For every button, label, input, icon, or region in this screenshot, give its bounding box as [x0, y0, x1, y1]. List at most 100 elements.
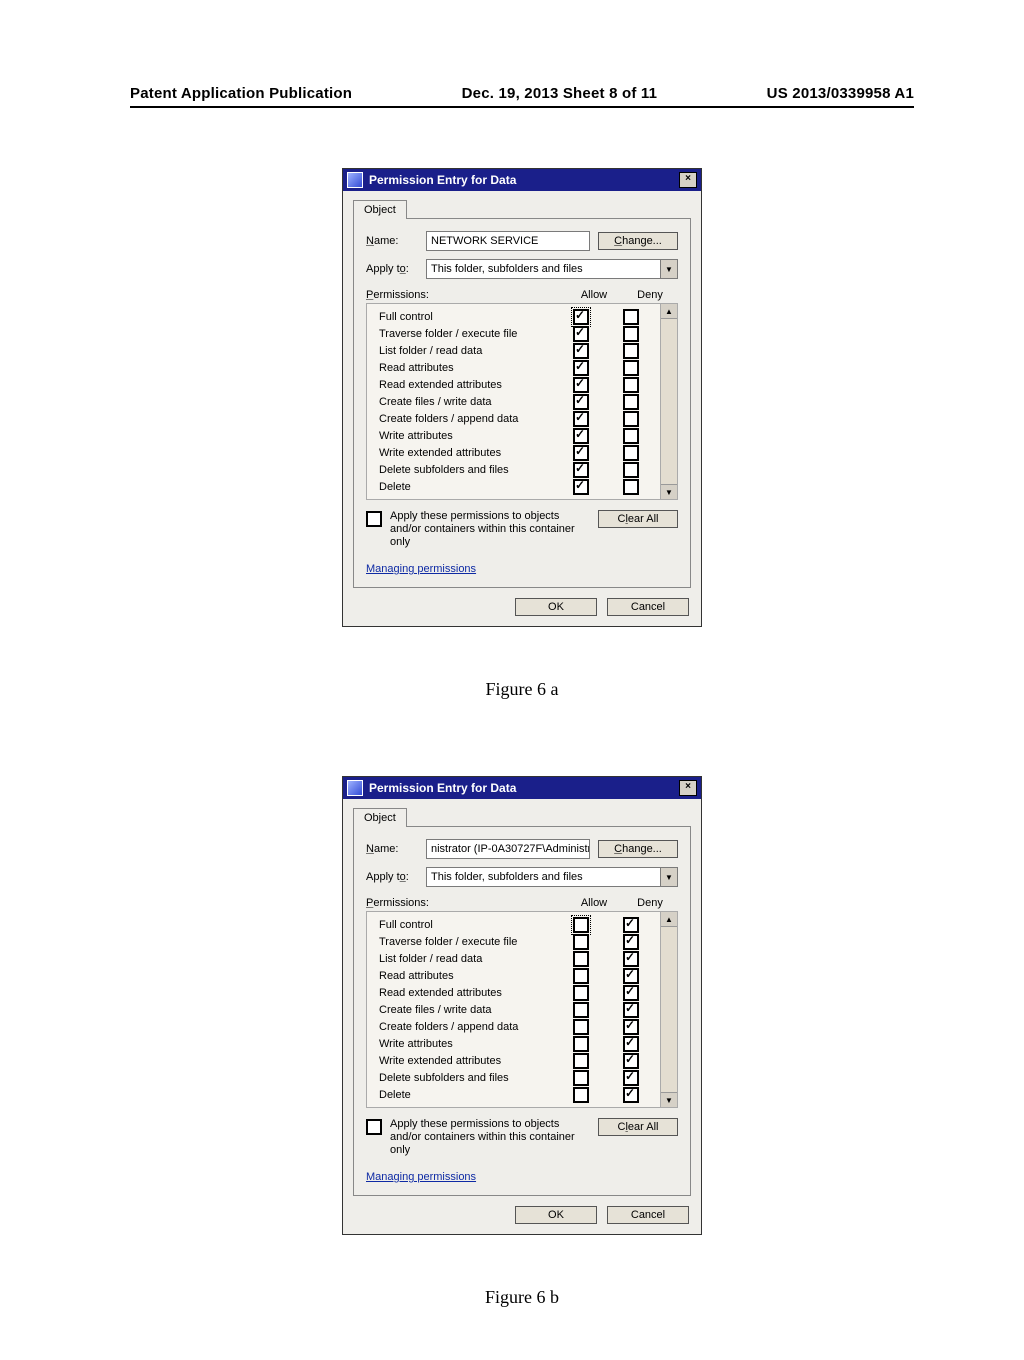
- allow-checkbox[interactable]: [573, 951, 589, 967]
- deny-checkbox[interactable]: [623, 309, 639, 325]
- deny-checkbox[interactable]: [623, 968, 639, 984]
- allow-checkbox[interactable]: [573, 462, 589, 478]
- permission-row: List folder / read data: [379, 342, 656, 359]
- allow-checkbox[interactable]: [573, 377, 589, 393]
- close-button[interactable]: ×: [679, 780, 697, 796]
- permissions-list: Full control Traverse folder / execute f…: [366, 911, 660, 1108]
- titlebar: Permission Entry for Data ×: [343, 169, 701, 191]
- cancel-button[interactable]: Cancel: [607, 598, 689, 616]
- allow-checkbox[interactable]: [573, 411, 589, 427]
- scroll-up-icon[interactable]: ▲: [661, 912, 677, 927]
- deny-checkbox[interactable]: [623, 1002, 639, 1018]
- deny-checkbox[interactable]: [623, 1053, 639, 1069]
- deny-checkbox[interactable]: [623, 1087, 639, 1103]
- scroll-up-icon[interactable]: ▲: [661, 304, 677, 319]
- allow-checkbox[interactable]: [573, 985, 589, 1001]
- deny-checkbox[interactable]: [623, 917, 639, 933]
- permission-name: Traverse folder / execute file: [379, 936, 556, 948]
- applyto-label: Apply to:: [366, 871, 418, 883]
- applyto-value: This folder, subfolders and files: [427, 260, 660, 278]
- permission-row: Write attributes: [379, 1035, 656, 1052]
- deny-checkbox[interactable]: [623, 360, 639, 376]
- permission-dialog: Permission Entry for Data × Object Name:…: [342, 168, 702, 627]
- deny-checkbox[interactable]: [623, 428, 639, 444]
- permission-row: Create files / write data: [379, 1001, 656, 1018]
- scrollbar[interactable]: ▲ ▼: [660, 303, 678, 500]
- cancel-button[interactable]: Cancel: [607, 1206, 689, 1224]
- permission-name: Write extended attributes: [379, 447, 556, 459]
- dialog-footer: OK Cancel: [343, 588, 701, 626]
- allow-checkbox[interactable]: [573, 326, 589, 342]
- allow-checkbox[interactable]: [573, 1036, 589, 1052]
- clear-all-button[interactable]: Clear All: [598, 510, 678, 528]
- permission-row: Delete subfolders and files: [379, 461, 656, 478]
- allow-checkbox[interactable]: [573, 445, 589, 461]
- deny-checkbox[interactable]: [623, 985, 639, 1001]
- allow-checkbox[interactable]: [573, 934, 589, 950]
- permission-name: List folder / read data: [379, 953, 556, 965]
- managing-permissions-link[interactable]: Managing permissions: [366, 1171, 476, 1183]
- deny-checkbox[interactable]: [623, 326, 639, 342]
- allow-checkbox[interactable]: [573, 1087, 589, 1103]
- managing-permissions-link[interactable]: Managing permissions: [366, 563, 476, 575]
- header-center: Dec. 19, 2013 Sheet 8 of 11: [462, 85, 658, 102]
- deny-checkbox[interactable]: [623, 1036, 639, 1052]
- permission-row: Write extended attributes: [379, 444, 656, 461]
- allow-checkbox[interactable]: [573, 1070, 589, 1086]
- allow-checkbox[interactable]: [573, 360, 589, 376]
- scroll-down-icon[interactable]: ▼: [661, 1092, 677, 1107]
- close-button[interactable]: ×: [679, 172, 697, 188]
- tab-object[interactable]: Object: [353, 808, 407, 827]
- change-button[interactable]: Change...: [598, 232, 678, 250]
- tab-panel: Name: nistrator (IP-0A30727F\Administrat…: [353, 826, 691, 1196]
- permission-row: Write attributes: [379, 427, 656, 444]
- allow-checkbox[interactable]: [573, 968, 589, 984]
- deny-checkbox[interactable]: [623, 377, 639, 393]
- deny-checkbox[interactable]: [623, 343, 639, 359]
- permission-name: Write attributes: [379, 1038, 556, 1050]
- allow-checkbox[interactable]: [573, 343, 589, 359]
- applyto-select[interactable]: This folder, subfolders and files ▼: [426, 867, 678, 887]
- deny-checkbox[interactable]: [623, 445, 639, 461]
- apply-inherit-checkbox[interactable]: [366, 1119, 382, 1135]
- applyto-select[interactable]: This folder, subfolders and files ▼: [426, 259, 678, 279]
- page-header: Patent Application Publication Dec. 19, …: [130, 85, 914, 108]
- deny-checkbox[interactable]: [623, 462, 639, 478]
- deny-checkbox[interactable]: [623, 411, 639, 427]
- allow-checkbox[interactable]: [573, 1002, 589, 1018]
- allow-checkbox[interactable]: [573, 394, 589, 410]
- deny-checkbox[interactable]: [623, 951, 639, 967]
- allow-checkbox[interactable]: [573, 428, 589, 444]
- name-label: Name:: [366, 843, 418, 855]
- scrollbar[interactable]: ▲ ▼: [660, 911, 678, 1108]
- apply-inherit-label: Apply these permissions to objects and/o…: [390, 1118, 590, 1157]
- permissions-header: Permissions: Allow Deny: [366, 289, 678, 301]
- dialog-footer: OK Cancel: [343, 1196, 701, 1234]
- tab-object[interactable]: Object: [353, 200, 407, 219]
- allow-checkbox[interactable]: [573, 1053, 589, 1069]
- scroll-down-icon[interactable]: ▼: [661, 484, 677, 499]
- deny-checkbox[interactable]: [623, 934, 639, 950]
- allow-checkbox[interactable]: [573, 917, 589, 933]
- apply-inherit-checkbox[interactable]: [366, 511, 382, 527]
- allow-checkbox[interactable]: [573, 1019, 589, 1035]
- clear-all-button[interactable]: Clear All: [598, 1118, 678, 1136]
- permission-row: Delete: [379, 478, 656, 495]
- ok-button[interactable]: OK: [515, 598, 597, 616]
- apply-inherit-label: Apply these permissions to objects and/o…: [390, 510, 590, 549]
- applyto-label: Apply to:: [366, 263, 418, 275]
- name-field[interactable]: NETWORK SERVICE: [426, 231, 590, 251]
- permission-name: Create folders / append data: [379, 1021, 556, 1033]
- permission-row: Read attributes: [379, 967, 656, 984]
- allow-checkbox[interactable]: [573, 479, 589, 495]
- deny-checkbox[interactable]: [623, 1019, 639, 1035]
- deny-checkbox[interactable]: [623, 479, 639, 495]
- permission-name: Write attributes: [379, 430, 556, 442]
- ok-button[interactable]: OK: [515, 1206, 597, 1224]
- change-button[interactable]: Change...: [598, 840, 678, 858]
- name-field[interactable]: nistrator (IP-0A30727F\Administrator): [426, 839, 590, 859]
- allow-checkbox[interactable]: [573, 309, 589, 325]
- permissions-list: Full control Traverse folder / execute f…: [366, 303, 660, 500]
- deny-checkbox[interactable]: [623, 1070, 639, 1086]
- deny-checkbox[interactable]: [623, 394, 639, 410]
